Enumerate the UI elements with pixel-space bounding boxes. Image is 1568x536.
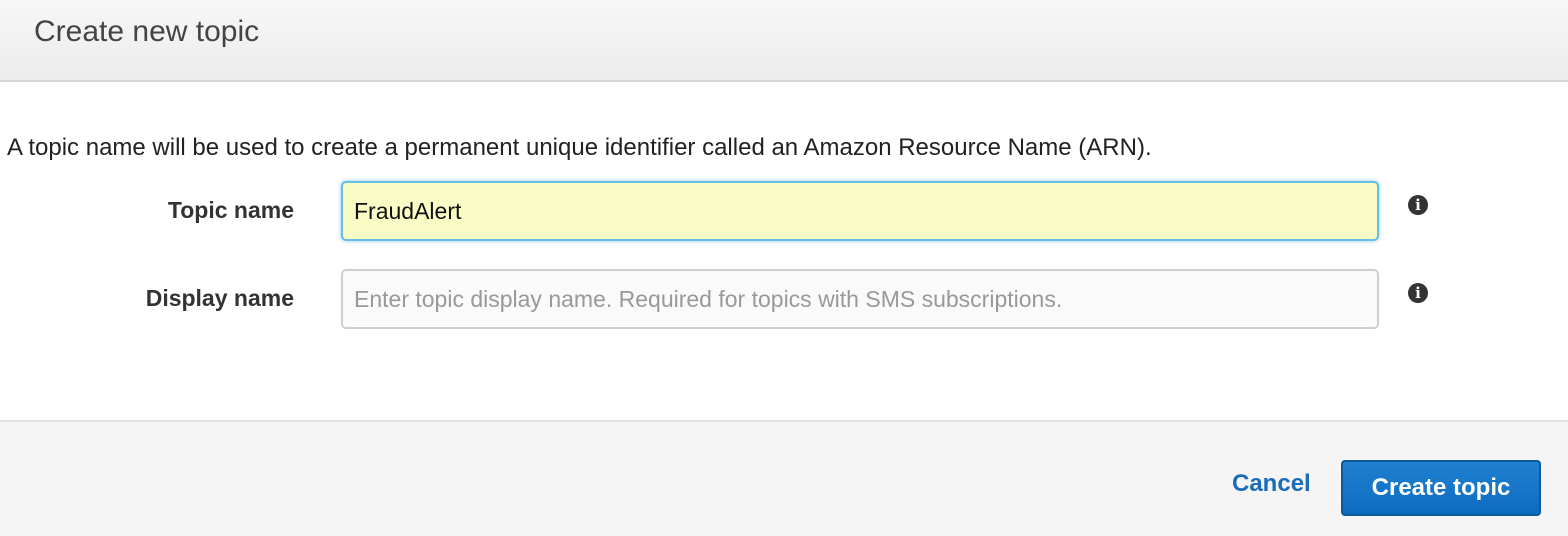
topic-name-input[interactable]	[341, 181, 1379, 241]
topic-name-label: Topic name	[167, 197, 294, 223]
display-name-label: Display name	[145, 285, 294, 311]
dialog-description: A topic name will be used to create a pe…	[7, 134, 1152, 161]
dialog-title: Create new topic	[34, 15, 260, 48]
cancel-button[interactable]: Cancel	[1232, 470, 1311, 498]
create-topic-dialog: Create new topic A topic name will be us…	[0, 0, 1568, 536]
create-topic-button[interactable]: Create topic	[1341, 460, 1541, 516]
info-icon[interactable]: i	[1408, 195, 1428, 215]
dialog-header: Create new topic	[0, 0, 1568, 82]
display-name-input[interactable]	[341, 269, 1379, 329]
dialog-footer: Cancel Create topic	[0, 420, 1568, 536]
info-icon[interactable]: i	[1408, 283, 1428, 303]
